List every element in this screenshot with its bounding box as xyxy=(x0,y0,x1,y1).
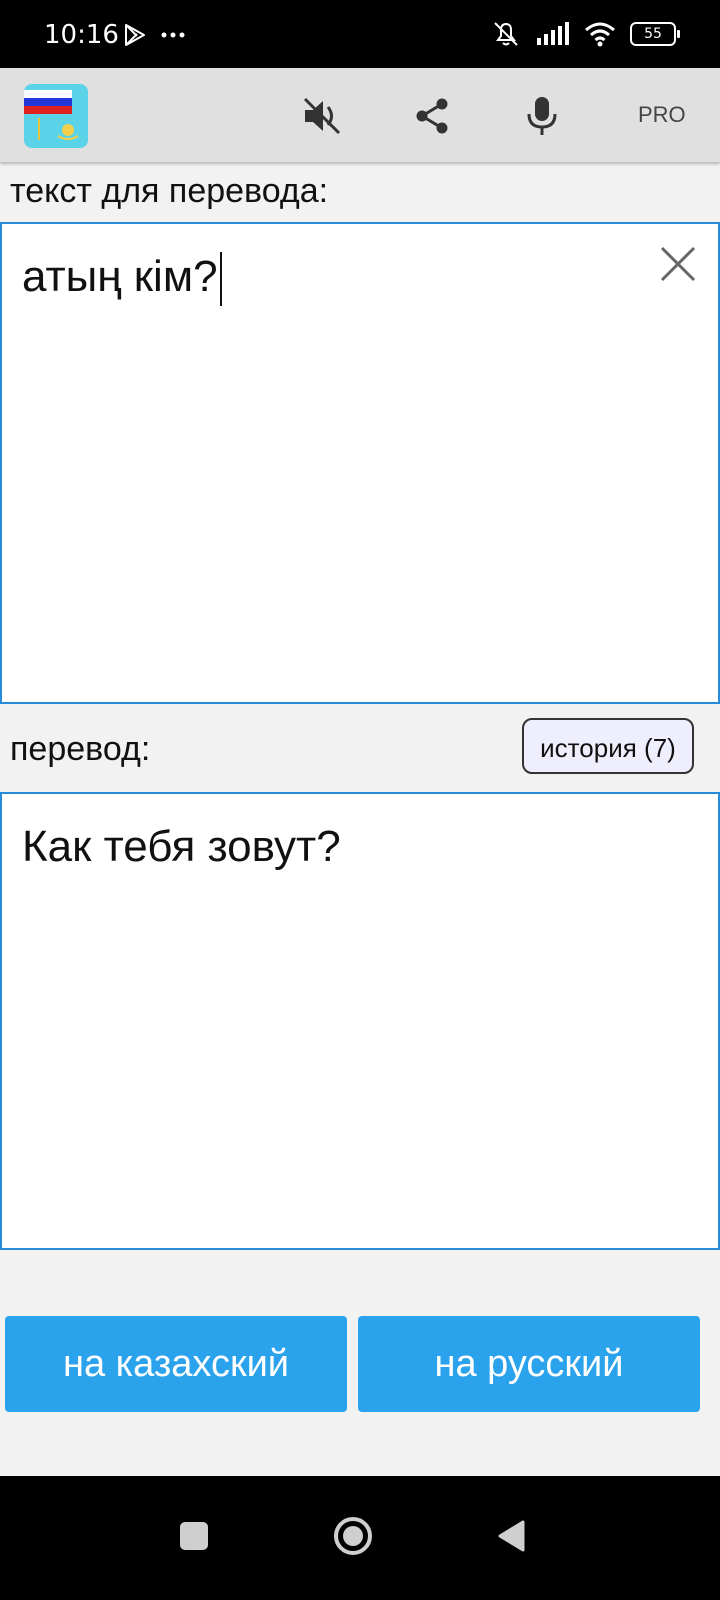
recents-square-icon xyxy=(180,1522,208,1550)
sound-toggle-button[interactable] xyxy=(292,86,352,146)
back-triangle-icon xyxy=(498,1520,525,1552)
close-icon xyxy=(660,246,696,282)
system-nav-bar xyxy=(0,1476,720,1600)
source-text-input[interactable]: атың кім? xyxy=(0,222,720,704)
status-bar: 10:16 55 xyxy=(0,0,720,68)
app-logo[interactable] xyxy=(24,84,88,148)
microphone-icon xyxy=(527,97,557,135)
history-button[interactable]: история (7) xyxy=(522,718,694,774)
clear-button[interactable] xyxy=(658,244,698,284)
signal-icon xyxy=(537,22,569,45)
more-dots-icon xyxy=(161,32,185,38)
pro-button[interactable]: PRO xyxy=(638,102,686,128)
translate-to-russian-button[interactable]: на русский xyxy=(358,1316,700,1412)
voice-input-button[interactable] xyxy=(512,86,572,146)
screen: 10:16 55 PRO текст для перевода: атың кі… xyxy=(0,0,720,1600)
status-time: 10:16 xyxy=(44,20,119,50)
input-label: текст для перевода: xyxy=(10,172,329,210)
status-right-icons: 55 xyxy=(490,20,680,48)
wifi-icon xyxy=(585,22,615,47)
translation-text: Как тебя зовут? xyxy=(22,822,341,871)
status-left-icons xyxy=(122,22,186,48)
play-store-icon xyxy=(125,24,145,46)
mute-notifications-icon xyxy=(494,22,518,46)
app-bar: PRO xyxy=(0,68,720,162)
share-icon xyxy=(416,98,448,134)
output-label: перевод: xyxy=(10,730,151,768)
battery-icon: 55 xyxy=(630,22,680,46)
recents-button[interactable] xyxy=(170,1512,218,1560)
share-button[interactable] xyxy=(402,86,462,146)
home-circle-icon xyxy=(334,1517,372,1555)
back-button[interactable] xyxy=(488,1512,536,1560)
text-caret xyxy=(219,252,222,307)
home-button[interactable] xyxy=(329,1512,377,1560)
volume-off-icon xyxy=(303,97,341,135)
translation-output[interactable]: Как тебя зовут? xyxy=(0,792,720,1250)
source-text-value: атың кім? xyxy=(22,252,222,307)
translate-to-kazakh-button[interactable]: на казахский xyxy=(5,1316,347,1412)
